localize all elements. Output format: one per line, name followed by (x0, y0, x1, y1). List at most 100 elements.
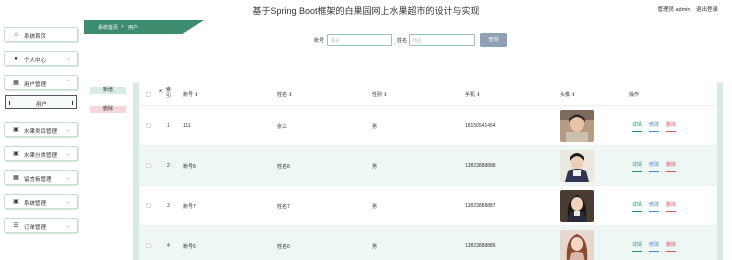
user-table: ⇱ 索引 账号 ⇕ 姓名 ⇕ 性别 ⇕ 手机 ⇕ 头像 ⇕ 操作 1 111 张… (133, 83, 723, 260)
col-ops: 操作 (629, 92, 640, 98)
cell-gender: 男 (372, 204, 378, 210)
chevron-down-icon: ⌄ (65, 199, 71, 205)
sidebar-item-system[interactable]: ▣ 系统管理 ⌄ (4, 194, 78, 209)
sidebar-item-fruit-category[interactable]: ▣ 水果类目管理 ⌄ (4, 122, 78, 137)
sort-icon: ⇕ (571, 92, 576, 98)
cell-index: 3 (167, 203, 170, 209)
name-label: 姓名 (397, 38, 408, 44)
cell-name: 张三 (277, 124, 288, 130)
detail-link[interactable]: 详情 (632, 241, 643, 252)
col-phone[interactable]: 手机 ⇕ (465, 91, 481, 98)
sidebar-subitem-user[interactable]: 用户 (5, 95, 77, 109)
search-button[interactable]: 查询 (480, 33, 507, 47)
account-search-input[interactable]: 账号 (327, 34, 392, 46)
edit-link[interactable]: 修改 (649, 201, 660, 212)
edit-link[interactable]: 修改 (649, 241, 660, 252)
chevron-up-icon: ⌃ (65, 80, 71, 86)
cell-name: 姓名6 (277, 244, 290, 250)
grid-icon: ▦ (13, 175, 19, 181)
account-label: 账号 (314, 38, 325, 44)
delete-link[interactable]: 删除 (666, 241, 677, 252)
page-title: 基于Spring Boot框架的白果园网上水果超市的设计与实现 (252, 6, 480, 16)
avatar (560, 110, 594, 142)
edit-link[interactable]: 修改 (649, 121, 660, 132)
sidebar-subitem-label: 用户 (36, 102, 48, 108)
col-name[interactable]: 姓名 ⇕ (277, 91, 293, 98)
row-checkbox[interactable] (146, 163, 151, 168)
cell-gender: 男 (372, 124, 378, 130)
chevron-down-icon: ⌄ (65, 127, 71, 133)
avatar (560, 150, 594, 182)
delete-button[interactable]: 删除 (90, 106, 126, 113)
sidebar-item-label: 订单管理 (24, 225, 47, 231)
chevron-down-icon: ⌄ (65, 175, 71, 181)
row-checkbox[interactable] (146, 123, 151, 128)
col-avatar[interactable]: 头像 ⇕ (560, 91, 576, 98)
cell-account: 账号8 (183, 164, 196, 170)
sidebar-item-label: 水果分类管理 (24, 153, 58, 159)
chevron-down-icon: ⌄ (65, 56, 71, 62)
sort-icon: ⇕ (194, 92, 199, 98)
account-placeholder: 账号 (331, 38, 340, 43)
resize-handle-icon (9, 101, 10, 105)
chevron-down-icon: ⌄ (65, 151, 71, 157)
sidebar-item-home[interactable]: ⌂ 系统首页 (4, 27, 78, 42)
pointer-cursor-icon: ⇱ (159, 89, 164, 95)
briefcase-icon: ▣ (13, 127, 19, 133)
avatar (560, 190, 594, 222)
cell-phone: 13823888888 (465, 163, 496, 169)
breadcrumb-home[interactable]: 系统首页 (98, 24, 118, 31)
table-row: 1 111 张三 男 18156541454 详情 修改 删除 (139, 106, 717, 146)
detail-link[interactable]: 详情 (632, 161, 643, 172)
row-checkbox[interactable] (146, 243, 151, 248)
logout-link[interactable]: 退出登录 (696, 7, 718, 13)
name-search-input[interactable]: 姓名 (409, 34, 475, 46)
admin-label: 管理员 admin (657, 7, 691, 13)
cell-index: 2 (167, 163, 170, 169)
cell-account: 账号6 (183, 244, 196, 250)
sort-icon: ⇕ (288, 92, 293, 98)
col-avatar-label: 头像 (560, 92, 571, 98)
sort-icon: ⇕ (383, 92, 388, 98)
delete-link[interactable]: 删除 (666, 201, 677, 212)
cell-index: 4 (167, 243, 170, 249)
col-gender[interactable]: 性别 ⇕ (372, 91, 388, 98)
cell-name: 姓名8 (277, 164, 290, 170)
detail-link[interactable]: 详情 (632, 201, 643, 212)
breadcrumb: 系统首页 > 用户 (84, 20, 204, 34)
cell-gender: 男 (372, 244, 378, 250)
name-placeholder: 姓名 (413, 38, 422, 43)
sidebar-item-fruit-type[interactable]: ▣ 水果分类管理 ⌄ (4, 146, 78, 161)
grid-icon: ▦ (13, 80, 19, 86)
col-account[interactable]: 账号 ⇕ (183, 91, 199, 98)
sidebar-item-label: 水果类目管理 (24, 129, 58, 135)
detail-link[interactable]: 详情 (632, 121, 643, 132)
sidebar-item-orders[interactable]: ☰ 订单管理 ⌄ (4, 218, 78, 233)
avatar (560, 230, 594, 260)
briefcase-icon: ▣ (13, 199, 19, 205)
top-header: 基于Spring Boot框架的白果园网上水果超市的设计与实现 管理员 admi… (0, 0, 732, 20)
delete-link[interactable]: 删除 (666, 161, 677, 172)
edit-link[interactable]: 修改 (649, 161, 660, 172)
delete-link[interactable]: 删除 (666, 121, 677, 132)
col-account-label: 账号 (183, 92, 194, 98)
sidebar-item-profile[interactable]: ● 个人中心 ⌄ (4, 51, 78, 66)
col-gender-label: 性别 (372, 92, 383, 98)
add-button[interactable]: 新增 (90, 87, 126, 94)
briefcase-icon: ▣ (13, 151, 19, 157)
cell-account: 账号7 (183, 204, 196, 210)
sidebar-item-label: 留言板管理 (24, 177, 52, 183)
sidebar-item-user-management[interactable]: ▦ 用户管理 ⌃ (4, 75, 78, 90)
col-name-label: 姓名 (277, 92, 288, 98)
table-row: 3 账号7 姓名7 男 13823888887 详情 修改 删除 (139, 186, 717, 226)
col-phone-label: 手机 (465, 92, 476, 98)
sidebar-item-message-board[interactable]: ▦ 留言板管理 ⌄ (4, 170, 78, 185)
sort-icon: ⇕ (476, 92, 481, 98)
table-row: 4 账号6 姓名6 男 13823888886 详情 修改 删除 (139, 226, 717, 260)
table-header: ⇱ 索引 账号 ⇕ 姓名 ⇕ 性别 ⇕ 手机 ⇕ 头像 ⇕ 操作 (139, 83, 717, 106)
chevron-down-icon: ⌄ (65, 223, 71, 229)
sidebar-item-label: 系统首页 (24, 34, 47, 40)
sidebar-item-label: 个人中心 (24, 58, 47, 64)
select-all-checkbox[interactable] (146, 92, 151, 97)
row-checkbox[interactable] (146, 203, 151, 208)
